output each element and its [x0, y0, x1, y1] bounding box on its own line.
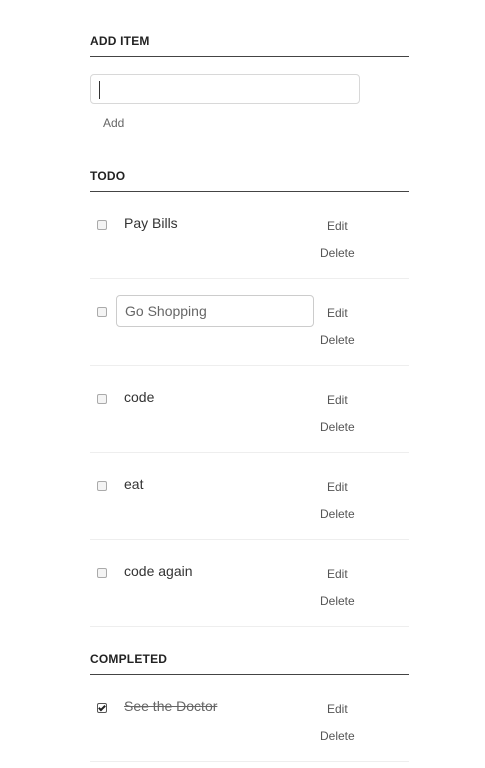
add-item-section: ADD ITEM Add	[90, 34, 409, 130]
completed-label: See the Doctor	[124, 698, 218, 714]
completed-checkbox[interactable]	[97, 703, 107, 713]
edit-button[interactable]: Edit	[327, 306, 348, 320]
text-caret	[99, 81, 100, 99]
todo-label: eat	[124, 476, 144, 492]
todo-checkbox[interactable]	[97, 568, 107, 578]
todo-item: code Edit Delete	[90, 366, 409, 453]
delete-button[interactable]: Delete	[320, 333, 355, 347]
todo-label: code	[124, 389, 155, 405]
todo-checkbox[interactable]	[97, 307, 107, 317]
delete-button[interactable]: Delete	[320, 729, 355, 743]
todo-item: code again Edit Delete	[90, 540, 409, 627]
edit-button[interactable]: Edit	[327, 567, 348, 581]
delete-button[interactable]: Delete	[320, 420, 355, 434]
delete-button[interactable]: Delete	[320, 246, 355, 260]
todo-section: TODO Pay Bills Edit Delete Go Shopping E…	[90, 169, 409, 627]
todo-item: eat Edit Delete	[90, 453, 409, 540]
edit-button[interactable]: Edit	[327, 393, 348, 407]
edit-button[interactable]: Edit	[327, 219, 348, 233]
new-task-input[interactable]	[90, 74, 360, 104]
add-button[interactable]: Add	[103, 116, 124, 130]
completed-list: See the Doctor Edit Delete	[90, 675, 409, 762]
delete-button[interactable]: Delete	[320, 507, 355, 521]
todo-checkbox[interactable]	[97, 394, 107, 404]
todo-checkbox[interactable]	[97, 481, 107, 491]
edit-button[interactable]: Edit	[327, 480, 348, 494]
todo-item-editing: Go Shopping Edit Delete	[90, 279, 409, 366]
todo-item: Pay Bills Edit Delete	[90, 192, 409, 279]
delete-button[interactable]: Delete	[320, 594, 355, 608]
completed-item: See the Doctor Edit Delete	[90, 675, 409, 762]
edit-button[interactable]: Edit	[327, 702, 348, 716]
completed-section: COMPLETED See the Doctor Edit Delete	[90, 652, 409, 762]
todo-label: Pay Bills	[124, 215, 178, 231]
todo-checkbox[interactable]	[97, 220, 107, 230]
edit-task-input[interactable]: Go Shopping	[116, 295, 314, 327]
add-item-heading: ADD ITEM	[90, 34, 409, 57]
todo-list: Pay Bills Edit Delete Go Shopping Edit D…	[90, 192, 409, 627]
todo-heading: TODO	[90, 169, 409, 192]
todo-label: code again	[124, 563, 193, 579]
completed-heading: COMPLETED	[90, 652, 409, 675]
